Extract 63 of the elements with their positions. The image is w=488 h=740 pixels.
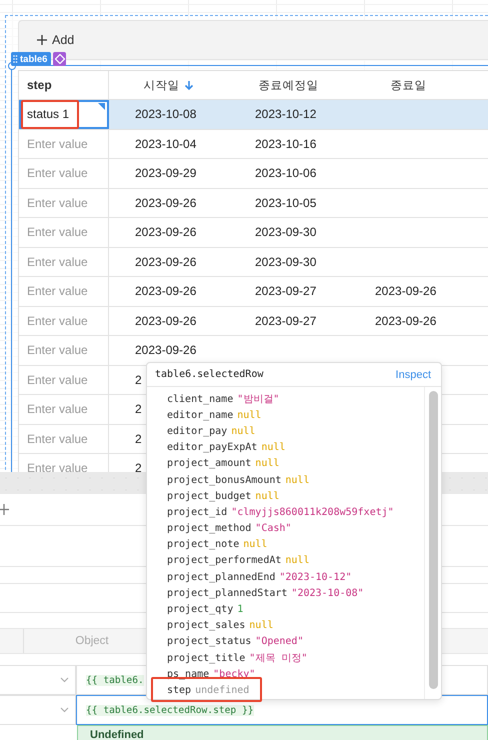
table-cell: 2	[135, 461, 142, 472]
table-cell: 2023-09-30	[255, 225, 316, 240]
property-value: null	[255, 458, 280, 470]
table-cell: 2023-09-27	[255, 284, 316, 298]
table-cell: 2023-09-26	[135, 196, 196, 210]
property-value: null	[255, 490, 280, 502]
property-key: client_name	[167, 394, 234, 405]
property-value: null	[261, 442, 286, 454]
property-key: project_performedAt	[167, 555, 282, 566]
table-cell: 2023-10-12	[255, 107, 316, 122]
property-value: null	[249, 620, 274, 632]
table-cell: 2023-09-26	[135, 225, 196, 240]
property-value: null	[243, 539, 268, 550]
property-value: "밤비걸"	[237, 393, 280, 406]
table-cell: 2023-09-26	[375, 284, 436, 298]
property-key: step	[167, 684, 192, 696]
property-value: null	[285, 555, 310, 566]
property-value: undefined	[195, 684, 250, 696]
property-key: project_budget	[167, 490, 252, 502]
table-cell: 2023-09-26	[135, 343, 196, 358]
table-cell: 2023-09-30	[255, 254, 316, 269]
table-cell: 2023-09-26	[135, 284, 196, 298]
table-cell: 2023-09-26	[135, 314, 196, 328]
property-value: "clmyjjs860011k208w59fxetj"	[231, 506, 394, 518]
property-key: project_amount	[167, 458, 252, 470]
property-key: editor_payExpAt	[167, 442, 258, 454]
property-key: project_method	[167, 523, 252, 534]
property-key: project_qty	[167, 604, 234, 616]
property-value: 1	[237, 604, 244, 616]
property-key: editor_name	[167, 410, 234, 421]
property-key: project_plannedStart	[167, 588, 288, 599]
property-value: "becky"	[213, 668, 256, 680]
table-cell: 2023-09-27	[255, 314, 316, 328]
table-cell: 2	[135, 402, 142, 416]
property-value: null	[237, 410, 262, 421]
table-cell: 2023-10-05	[255, 196, 316, 210]
property-key: project_title	[167, 652, 246, 664]
property-value: "Opened"	[255, 636, 304, 648]
property-key: project_plannedEnd	[167, 572, 276, 583]
property-key: project_status	[167, 636, 252, 648]
table-cell: 2023-09-29	[135, 166, 196, 180]
table-cell: 2	[135, 372, 142, 387]
table-cell: 2023-10-06	[255, 166, 316, 180]
property-value: "Cash"	[255, 523, 292, 534]
property-value: null	[231, 426, 256, 437]
property-value: null	[285, 474, 310, 486]
property-value: "2023-10-08"	[291, 588, 364, 599]
table-cell: 2023-09-26	[375, 314, 436, 328]
property-value: "제목 미정"	[249, 652, 308, 666]
property-value: "2023-10-12"	[279, 572, 352, 583]
table-cell: 2	[135, 432, 142, 446]
property-key: project_bonusAmount	[167, 474, 282, 486]
table-cell: 2023-10-16	[255, 136, 316, 151]
property-key: project_sales	[167, 620, 246, 632]
property-key: project_note	[167, 539, 240, 550]
property-key: ps_name	[167, 668, 210, 680]
popup-title: table6.selectedRow	[155, 369, 264, 380]
table-cell: 2023-10-08	[135, 107, 196, 122]
table-cell: 2023-10-04	[135, 136, 196, 151]
property-key: project_id	[167, 506, 228, 518]
table-cell: 2023-09-26	[135, 254, 196, 269]
result-preview: Undefined	[77, 725, 488, 740]
property-key: editor_pay	[167, 426, 228, 437]
